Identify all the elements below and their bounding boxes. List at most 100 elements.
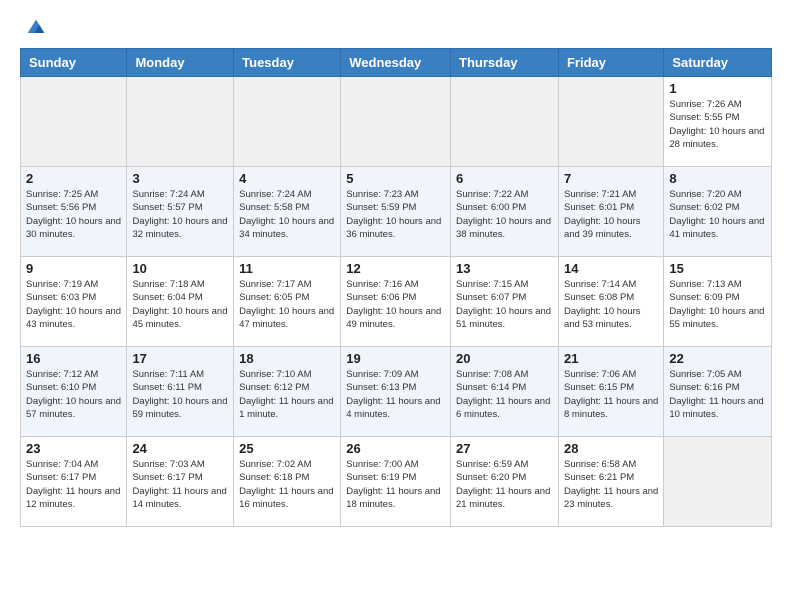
day-number: 5	[346, 171, 445, 186]
page: SundayMondayTuesdayWednesdayThursdayFrid…	[0, 0, 792, 537]
calendar-week-3: 16 Sunrise: 7:12 AM Sunset: 6:10 PM Dayli…	[21, 347, 772, 437]
day-info: Sunrise: 7:18 AM Sunset: 6:04 PM Dayligh…	[132, 278, 228, 331]
calendar-cell: 3 Sunrise: 7:24 AM Sunset: 5:57 PM Daylig…	[127, 167, 234, 257]
calendar-cell: 7 Sunrise: 7:21 AM Sunset: 6:01 PM Daylig…	[558, 167, 663, 257]
calendar-cell: 17 Sunrise: 7:11 AM Sunset: 6:11 PM Dayli…	[127, 347, 234, 437]
calendar-cell: 16 Sunrise: 7:12 AM Sunset: 6:10 PM Dayli…	[21, 347, 127, 437]
day-info: Sunrise: 7:19 AM Sunset: 6:03 PM Dayligh…	[26, 278, 121, 331]
calendar-cell	[127, 77, 234, 167]
calendar-cell: 15Sunrise: 7:13 AM Sunset: 6:09 PM Dayli…	[664, 257, 772, 347]
day-info: Sunrise: 6:59 AM Sunset: 6:20 PM Dayligh…	[456, 458, 553, 511]
weekday-header-sunday: Sunday	[21, 49, 127, 77]
weekday-header-saturday: Saturday	[664, 49, 772, 77]
logo	[24, 18, 46, 38]
calendar-cell: 26 Sunrise: 7:00 AM Sunset: 6:19 PM Dayli…	[341, 437, 451, 527]
day-number: 22	[669, 351, 766, 366]
calendar-cell: 22 Sunrise: 7:05 AM Sunset: 6:16 PM Dayli…	[664, 347, 772, 437]
calendar-cell	[558, 77, 663, 167]
day-number: 18	[239, 351, 335, 366]
day-info: Sunrise: 7:16 AM Sunset: 6:06 PM Dayligh…	[346, 278, 445, 331]
weekday-header-wednesday: Wednesday	[341, 49, 451, 77]
calendar-cell	[451, 77, 559, 167]
header	[0, 0, 792, 48]
calendar-cell	[234, 77, 341, 167]
day-info: Sunrise: 7:14 AM Sunset: 6:08 PM Dayligh…	[564, 278, 658, 331]
calendar-cell: 5 Sunrise: 7:23 AM Sunset: 5:59 PM Daylig…	[341, 167, 451, 257]
weekday-header-friday: Friday	[558, 49, 663, 77]
calendar-cell: 1 Sunrise: 7:26 AM Sunset: 5:55 PM Daylig…	[664, 77, 772, 167]
day-number: 21	[564, 351, 658, 366]
weekday-header-monday: Monday	[127, 49, 234, 77]
calendar-cell	[341, 77, 451, 167]
day-number: 3	[132, 171, 228, 186]
calendar-cell: 13 Sunrise: 7:15 AM Sunset: 6:07 PM Dayli…	[451, 257, 559, 347]
day-info: Sunrise: 7:23 AM Sunset: 5:59 PM Dayligh…	[346, 188, 445, 241]
calendar-cell: 9 Sunrise: 7:19 AM Sunset: 6:03 PM Daylig…	[21, 257, 127, 347]
day-number: 25	[239, 441, 335, 456]
day-info: Sunrise: 7:22 AM Sunset: 6:00 PM Dayligh…	[456, 188, 553, 241]
calendar-cell: 10Sunrise: 7:18 AM Sunset: 6:04 PM Dayli…	[127, 257, 234, 347]
calendar-week-2: 9 Sunrise: 7:19 AM Sunset: 6:03 PM Daylig…	[21, 257, 772, 347]
weekday-header-tuesday: Tuesday	[234, 49, 341, 77]
calendar-cell: 27 Sunrise: 6:59 AM Sunset: 6:20 PM Dayli…	[451, 437, 559, 527]
logo-icon	[26, 18, 46, 38]
day-number: 17	[132, 351, 228, 366]
weekday-header-thursday: Thursday	[451, 49, 559, 77]
day-info: Sunrise: 7:15 AM Sunset: 6:07 PM Dayligh…	[456, 278, 553, 331]
calendar-cell: 23Sunrise: 7:04 AM Sunset: 6:17 PM Dayli…	[21, 437, 127, 527]
day-number: 14	[564, 261, 658, 276]
day-number: 28	[564, 441, 658, 456]
calendar-week-4: 23Sunrise: 7:04 AM Sunset: 6:17 PM Dayli…	[21, 437, 772, 527]
calendar-cell: 12Sunrise: 7:16 AM Sunset: 6:06 PM Dayli…	[341, 257, 451, 347]
day-number: 9	[26, 261, 121, 276]
day-number: 15	[669, 261, 766, 276]
day-info: Sunrise: 7:03 AM Sunset: 6:17 PM Dayligh…	[132, 458, 228, 511]
calendar-cell: 11 Sunrise: 7:17 AM Sunset: 6:05 PM Dayli…	[234, 257, 341, 347]
day-number: 19	[346, 351, 445, 366]
day-number: 27	[456, 441, 553, 456]
calendar-cell: 18 Sunrise: 7:10 AM Sunset: 6:12 PM Dayli…	[234, 347, 341, 437]
day-info: Sunrise: 7:00 AM Sunset: 6:19 PM Dayligh…	[346, 458, 445, 511]
day-number: 1	[669, 81, 766, 96]
calendar-cell: 14 Sunrise: 7:14 AM Sunset: 6:08 PM Dayli…	[558, 257, 663, 347]
day-number: 8	[669, 171, 766, 186]
day-number: 4	[239, 171, 335, 186]
day-number: 26	[346, 441, 445, 456]
calendar-cell: 24 Sunrise: 7:03 AM Sunset: 6:17 PM Dayli…	[127, 437, 234, 527]
calendar-cell: 20 Sunrise: 7:08 AM Sunset: 6:14 PM Dayli…	[451, 347, 559, 437]
weekday-header-row: SundayMondayTuesdayWednesdayThursdayFrid…	[21, 49, 772, 77]
calendar-table: SundayMondayTuesdayWednesdayThursdayFrid…	[20, 48, 772, 527]
calendar-cell: 28 Sunrise: 6:58 AM Sunset: 6:21 PM Dayli…	[558, 437, 663, 527]
day-info: Sunrise: 7:05 AM Sunset: 6:16 PM Dayligh…	[669, 368, 766, 421]
day-info: Sunrise: 7:06 AM Sunset: 6:15 PM Dayligh…	[564, 368, 658, 421]
day-info: Sunrise: 7:11 AM Sunset: 6:11 PM Dayligh…	[132, 368, 228, 421]
day-number: 24	[132, 441, 228, 456]
day-info: Sunrise: 7:25 AM Sunset: 5:56 PM Dayligh…	[26, 188, 121, 241]
day-info: Sunrise: 6:58 AM Sunset: 6:21 PM Dayligh…	[564, 458, 658, 511]
day-number: 6	[456, 171, 553, 186]
calendar-cell: 21 Sunrise: 7:06 AM Sunset: 6:15 PM Dayli…	[558, 347, 663, 437]
calendar-cell	[664, 437, 772, 527]
calendar-body: 1 Sunrise: 7:26 AM Sunset: 5:55 PM Daylig…	[21, 77, 772, 527]
calendar-cell: 4Sunrise: 7:24 AM Sunset: 5:58 PM Daylig…	[234, 167, 341, 257]
day-info: Sunrise: 7:26 AM Sunset: 5:55 PM Dayligh…	[669, 98, 766, 151]
day-number: 7	[564, 171, 658, 186]
day-number: 23	[26, 441, 121, 456]
day-info: Sunrise: 7:17 AM Sunset: 6:05 PM Dayligh…	[239, 278, 335, 331]
calendar-week-1: 2Sunrise: 7:25 AM Sunset: 5:56 PM Daylig…	[21, 167, 772, 257]
day-info: Sunrise: 7:24 AM Sunset: 5:57 PM Dayligh…	[132, 188, 228, 241]
day-info: Sunrise: 7:12 AM Sunset: 6:10 PM Dayligh…	[26, 368, 121, 421]
day-info: Sunrise: 7:21 AM Sunset: 6:01 PM Dayligh…	[564, 188, 658, 241]
calendar-cell	[21, 77, 127, 167]
day-number: 13	[456, 261, 553, 276]
calendar-week-0: 1 Sunrise: 7:26 AM Sunset: 5:55 PM Daylig…	[21, 77, 772, 167]
calendar-cell: 25 Sunrise: 7:02 AM Sunset: 6:18 PM Dayli…	[234, 437, 341, 527]
day-number: 11	[239, 261, 335, 276]
calendar-cell: 2Sunrise: 7:25 AM Sunset: 5:56 PM Daylig…	[21, 167, 127, 257]
day-info: Sunrise: 7:02 AM Sunset: 6:18 PM Dayligh…	[239, 458, 335, 511]
day-number: 20	[456, 351, 553, 366]
calendar-wrapper: SundayMondayTuesdayWednesdayThursdayFrid…	[0, 48, 792, 537]
day-number: 16	[26, 351, 121, 366]
day-info: Sunrise: 7:08 AM Sunset: 6:14 PM Dayligh…	[456, 368, 553, 421]
day-info: Sunrise: 7:10 AM Sunset: 6:12 PM Dayligh…	[239, 368, 335, 421]
